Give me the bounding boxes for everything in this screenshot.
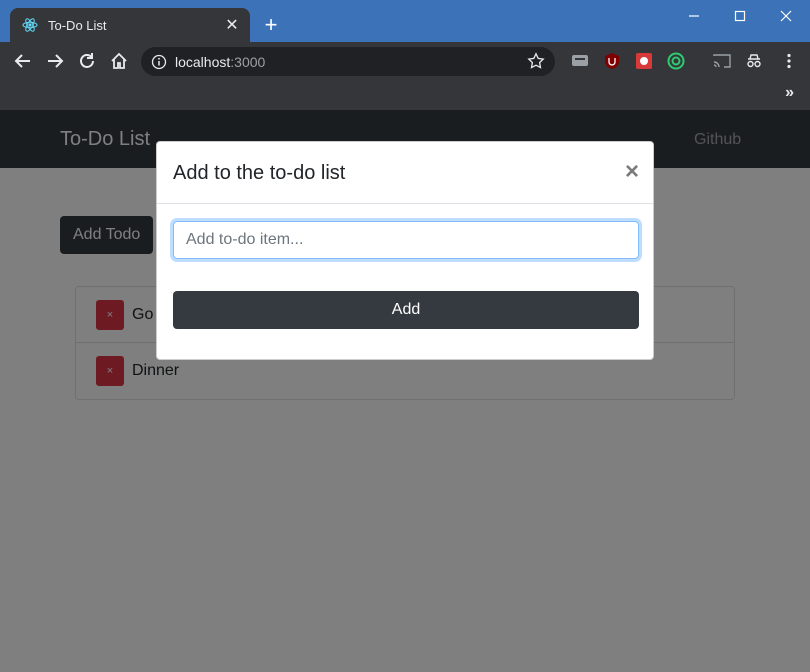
reload-icon[interactable]	[74, 48, 100, 74]
react-icon	[22, 18, 38, 32]
browser-tab[interactable]: To-Do List ✕	[10, 8, 250, 42]
browser-toolbar: localhost:3000	[0, 42, 810, 80]
cast-icon[interactable]	[713, 52, 731, 70]
home-icon[interactable]	[106, 48, 132, 74]
forward-arrow-icon[interactable]	[42, 48, 68, 74]
modal-title: Add to the to-do list	[173, 162, 346, 184]
maximize-icon[interactable]	[717, 0, 763, 32]
minimize-icon[interactable]	[671, 0, 717, 32]
close-tab-icon[interactable]: ✕	[224, 17, 240, 34]
bookmarks-bar: »	[0, 80, 810, 110]
back-arrow-icon[interactable]	[10, 48, 36, 74]
extension-icon[interactable]	[571, 52, 589, 70]
page-content: To-Do List Github Add Todo × Go × Dinner…	[0, 110, 810, 672]
modal-header: Add to the to-do list ×	[157, 142, 653, 204]
add-todo-modal: Add to the to-do list × Add	[156, 141, 654, 360]
ublock-icon[interactable]	[603, 52, 621, 70]
info-icon[interactable]	[151, 54, 167, 70]
close-window-icon[interactable]	[763, 0, 809, 32]
extension-icon[interactable]	[635, 52, 653, 70]
url-port: :3000	[230, 53, 266, 70]
bookmarks-overflow-button[interactable]: »	[785, 84, 794, 102]
todo-input[interactable]	[173, 221, 639, 259]
tab-title: To-Do List	[48, 17, 107, 33]
new-tab-button[interactable]: +	[258, 12, 284, 38]
incognito-icon[interactable]	[745, 52, 763, 70]
close-icon[interactable]: ×	[625, 158, 639, 186]
add-button[interactable]: Add	[173, 291, 639, 329]
url-host: localhost	[175, 53, 231, 70]
browser-titlebar: To-Do List ✕ +	[0, 0, 810, 42]
extension-icon[interactable]	[667, 52, 685, 70]
address-bar[interactable]: localhost:3000	[141, 47, 555, 76]
menu-icon[interactable]	[780, 52, 798, 70]
star-icon[interactable]	[527, 52, 545, 70]
